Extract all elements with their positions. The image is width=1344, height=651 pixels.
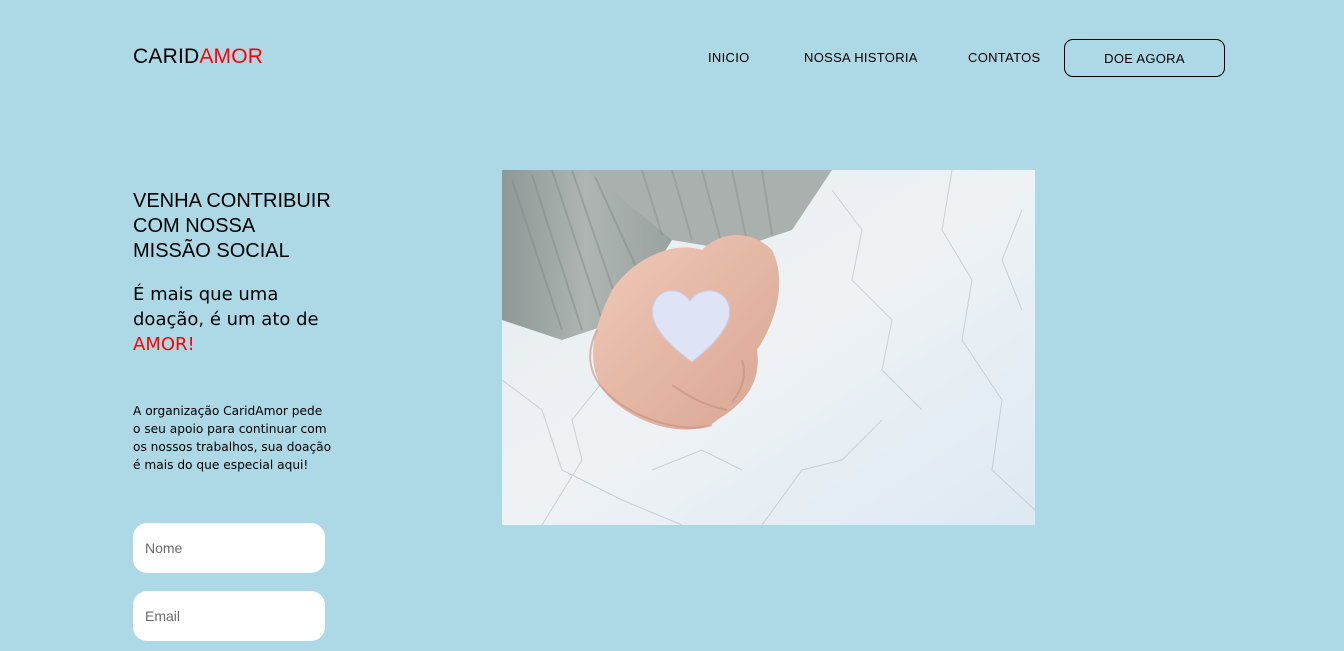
hero-description: A organização CaridAmor pede o seu apoio… <box>133 404 332 472</box>
landing-page: CARIDAMOR INICIO NOSSA HISTORIA CONTATOS… <box>0 0 1344 651</box>
donate-now-button[interactable]: DOE AGORA <box>1064 39 1225 77</box>
nav-link-contatos[interactable]: CONTATOS <box>968 50 1040 66</box>
hero-headline-line3: MISSÃO SOCIAL <box>133 240 290 262</box>
name-field[interactable] <box>133 523 325 573</box>
hero-headline: VENHA CONTRIBUIR COM NOSSA MISSÃO SOCIAL <box>133 189 343 264</box>
hands-holding-heart-illustration <box>502 170 1035 525</box>
hero-headline-line1: VENHA CONTRIBUIR <box>133 190 331 212</box>
hero-headline-line2: COM NOSSA <box>133 215 256 237</box>
email-field[interactable] <box>133 591 325 641</box>
nav-link-inicio[interactable]: INICIO <box>708 50 750 66</box>
hero-image <box>502 170 1035 525</box>
nav-link-nossa-historia[interactable]: NOSSA HISTORIA <box>804 50 918 66</box>
hero-subheadline-accent: AMOR! <box>133 334 195 355</box>
hero-subheadline-line2: doação, é um ato de <box>133 309 319 330</box>
hero-subheadline-line1: É mais que uma <box>133 284 279 305</box>
hero-subheadline: É mais que uma doação, é um ato de AMOR! <box>133 282 348 357</box>
